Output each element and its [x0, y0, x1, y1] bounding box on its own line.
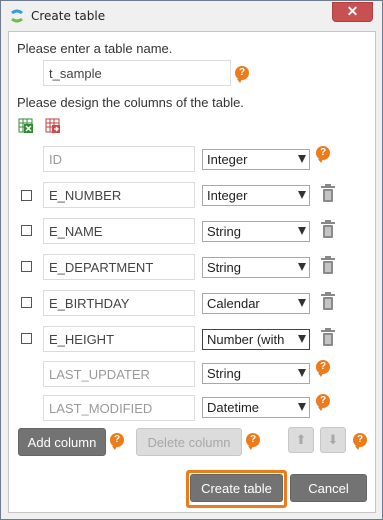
column-type-select[interactable]: Calendar: [202, 293, 310, 314]
add-column-help-icon[interactable]: ?: [110, 433, 124, 450]
column-name-input[interactable]: E_HEIGHT: [43, 326, 195, 352]
table-name-prompt: Please enter a table name.: [17, 41, 173, 56]
column-type-value: String: [207, 224, 241, 239]
column-select-checkbox[interactable]: [21, 225, 32, 236]
column-type-value: Datetime: [207, 400, 260, 415]
dropdown-arrow-icon: [298, 263, 306, 271]
column-select-checkbox[interactable]: [21, 261, 32, 272]
id-column-help-icon[interactable]: ?: [316, 146, 330, 163]
dropdown-arrow-icon: [298, 403, 306, 411]
trash-icon[interactable]: [320, 291, 336, 311]
dropdown-arrow-icon: [298, 155, 306, 163]
table-name-help-icon[interactable]: ?: [235, 66, 249, 83]
column-type-value: Calendar: [207, 296, 260, 311]
column-name-input[interactable]: E_NUMBER: [43, 182, 195, 208]
move-column-help-icon[interactable]: ?: [353, 433, 367, 450]
window-title: Create table: [31, 9, 106, 23]
column-name-input[interactable]: E_NAME: [43, 218, 195, 244]
app-icon: [11, 9, 23, 23]
column-name-input[interactable]: E_BIRTHDAY: [43, 290, 195, 316]
delete-column-button[interactable]: Delete column: [136, 428, 242, 456]
column-type-select[interactable]: Number (with: [202, 329, 310, 350]
column-name-input[interactable]: LAST_MODIFIED: [43, 395, 195, 421]
arrow-up-icon: ⬆: [295, 432, 307, 447]
dropdown-arrow-icon: [298, 335, 306, 343]
dropdown-arrow-icon: [298, 191, 306, 199]
create-table-dialog: Create table ✕ Please enter a table name…: [0, 0, 383, 520]
column-type-select[interactable]: Integer: [202, 149, 310, 170]
cancel-button[interactable]: Cancel: [290, 474, 367, 502]
export-excel-icon[interactable]: [45, 118, 61, 134]
column-type-value: Integer: [207, 188, 248, 203]
columns-prompt: Please design the columns of the table.: [17, 95, 244, 110]
trash-icon[interactable]: [320, 255, 336, 275]
trash-icon[interactable]: [320, 327, 336, 347]
title-bar[interactable]: Create table ✕: [1, 1, 382, 31]
column-type-select[interactable]: Datetime: [202, 397, 310, 418]
column-select-checkbox[interactable]: [21, 190, 32, 201]
column-type-select[interactable]: String: [202, 221, 310, 242]
delete-column-help-icon[interactable]: ?: [246, 433, 260, 450]
column-type-select[interactable]: String: [202, 363, 310, 384]
column-type-value: String: [207, 366, 241, 381]
import-excel-icon[interactable]: [18, 118, 34, 134]
trash-icon[interactable]: [320, 183, 336, 203]
column-name-input[interactable]: ID: [43, 146, 195, 172]
dropdown-arrow-icon: [298, 369, 306, 377]
column-name-input[interactable]: LAST_UPDATER: [43, 361, 195, 387]
column-type-select[interactable]: Integer: [202, 185, 310, 206]
move-up-button[interactable]: ⬆: [288, 427, 314, 453]
column-type-value: Number (with: [207, 332, 285, 347]
column-select-checkbox[interactable]: [21, 333, 32, 344]
table-name-input[interactable]: t_sample: [43, 60, 231, 86]
arrow-down-icon: ⬇: [327, 432, 339, 447]
close-icon: ✕: [346, 3, 359, 19]
last-modified-help-icon[interactable]: ?: [316, 394, 330, 411]
trash-icon[interactable]: [320, 219, 336, 239]
column-select-checkbox[interactable]: [21, 297, 32, 308]
column-type-select[interactable]: String: [202, 257, 310, 278]
column-type-value: Integer: [207, 152, 248, 167]
add-column-button[interactable]: Add column: [18, 428, 106, 456]
dropdown-arrow-icon: [298, 227, 306, 235]
dialog-body: Please enter a table name. t_sample ? Pl…: [8, 31, 376, 513]
column-type-value: String: [207, 260, 241, 275]
close-button[interactable]: ✕: [332, 2, 373, 22]
move-down-button[interactable]: ⬇: [320, 427, 346, 453]
column-name-input[interactable]: E_DEPARTMENT: [43, 254, 195, 280]
dropdown-arrow-icon: [298, 299, 306, 307]
create-table-button[interactable]: Create table: [190, 474, 283, 502]
last-updater-help-icon[interactable]: ?: [316, 360, 330, 377]
